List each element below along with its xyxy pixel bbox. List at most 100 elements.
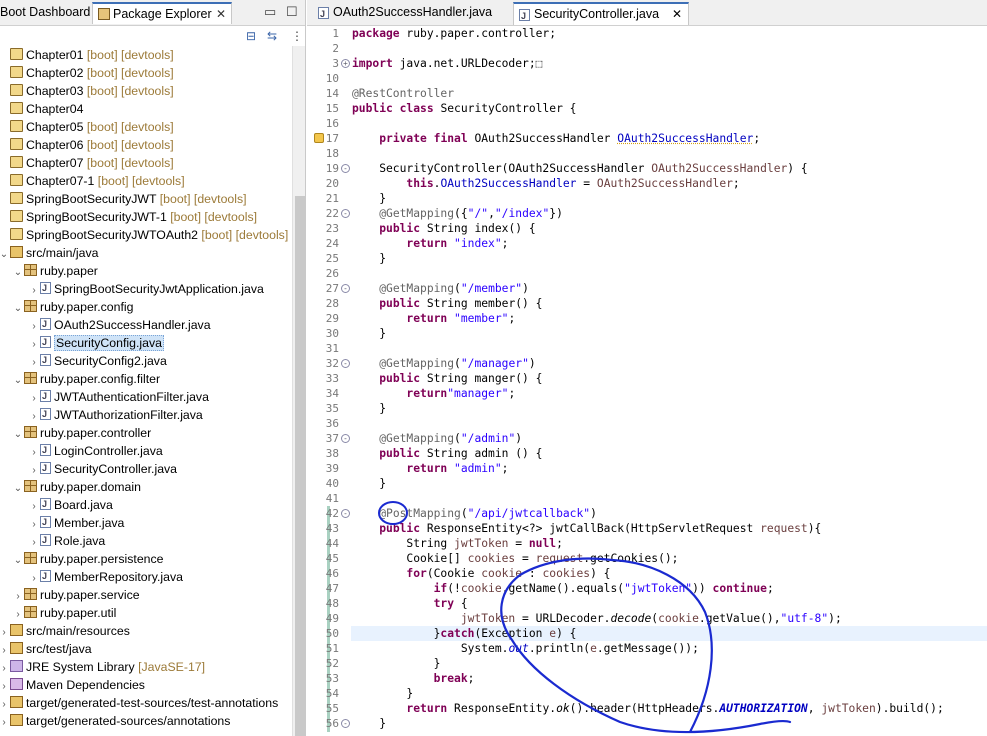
- minimize-icon[interactable]: ▭: [264, 4, 276, 20]
- tree-item[interactable]: ›LoginController.java: [28, 441, 162, 460]
- collapse-fold-icon[interactable]: -: [341, 209, 350, 218]
- tree-item[interactable]: › src/main/resources: [0, 622, 130, 640]
- tree-item[interactable]: ›OAuth2SuccessHandler.java: [28, 315, 210, 334]
- code-line[interactable]: if(!cookie.getName().equals("jwtToken"))…: [352, 581, 774, 596]
- tree-scrollbar[interactable]: [292, 46, 305, 736]
- view-menu-icon[interactable]: ⋮: [289, 28, 305, 44]
- maximize-icon[interactable]: ☐: [286, 4, 298, 20]
- tree-item[interactable]: ⌄ ruby.paper.persistence: [12, 550, 164, 568]
- tree-item[interactable]: ⌄ ruby.paper: [12, 262, 98, 280]
- code-line[interactable]: return "member";: [352, 311, 515, 326]
- link-with-editor-icon[interactable]: ⇆: [264, 28, 280, 44]
- tree-scrollbar-thumb[interactable]: [295, 196, 305, 736]
- code-line[interactable]: public String manger() {: [352, 371, 542, 386]
- code-line[interactable]: @GetMapping("/manager"): [352, 356, 535, 371]
- tree-item[interactable]: Chapter05 [boot] [devtools]: [0, 118, 174, 136]
- tree-item[interactable]: ⌄ ruby.paper.config.filter: [12, 370, 160, 388]
- tree-item[interactable]: › target/generated-sources/annotations: [0, 712, 230, 730]
- code-line[interactable]: return"manager";: [352, 386, 515, 401]
- close-icon[interactable]: ✕: [216, 4, 226, 24]
- tree-item[interactable]: ›SecurityConfig.java: [28, 333, 164, 352]
- code-line[interactable]: SecurityController(OAuth2SuccessHandler …: [352, 161, 808, 176]
- code-line[interactable]: for(Cookie cookie : cookies) {: [352, 566, 610, 581]
- tree-item[interactable]: ›Member.java: [28, 513, 124, 532]
- code-line[interactable]: }: [352, 656, 441, 671]
- tree-item[interactable]: Chapter01 [boot] [devtools]: [0, 46, 174, 64]
- tab-package-explorer[interactable]: Package Explorer ✕: [92, 2, 232, 24]
- chevron-down-icon[interactable]: ⌄: [12, 552, 24, 570]
- code-line[interactable]: }: [352, 476, 386, 491]
- code-line[interactable]: try {: [352, 596, 468, 611]
- tree-item[interactable]: SpringBootSecurityJWTOAuth2 [boot] [devt…: [0, 226, 288, 244]
- code-line[interactable]: @GetMapping("/member"): [352, 281, 529, 296]
- tree-item[interactable]: ⌄ ruby.paper.domain: [12, 478, 141, 496]
- collapse-fold-icon[interactable]: -: [341, 719, 350, 728]
- tree-item[interactable]: Chapter02 [boot] [devtools]: [0, 64, 174, 82]
- code-line[interactable]: jwtToken = URLDecoder.decode(cookie.getV…: [352, 611, 842, 626]
- code-line[interactable]: private final OAuth2SuccessHandler OAuth…: [352, 131, 760, 146]
- chevron-right-icon[interactable]: ›: [0, 714, 10, 732]
- tree-item[interactable]: ⌄ src/main/java: [0, 244, 98, 262]
- collapse-fold-icon[interactable]: -: [341, 164, 350, 173]
- tree-item[interactable]: › JRE System Library [JavaSE-17]: [0, 658, 205, 676]
- tab-oauth2successhandler[interactable]: OAuth2SuccessHandler.java: [313, 2, 509, 25]
- tree-item[interactable]: › ruby.paper.util: [12, 604, 116, 622]
- tree-item[interactable]: › src/test/java: [0, 640, 92, 658]
- code-line[interactable]: @GetMapping("/admin"): [352, 431, 522, 446]
- collapse-fold-icon[interactable]: -: [341, 509, 350, 518]
- tree-item[interactable]: Chapter04: [0, 100, 83, 118]
- tab-boot-dashboard[interactable]: Boot Dashboard: [0, 2, 96, 24]
- code-line[interactable]: @PostMapping("/api/jwtcallback"): [352, 506, 597, 521]
- tree-item[interactable]: SpringBootSecurityJWT [boot] [devtools]: [0, 190, 247, 208]
- code-line[interactable]: public String index() {: [352, 221, 535, 236]
- warning-icon[interactable]: [314, 133, 324, 143]
- code-line[interactable]: return "admin";: [352, 461, 508, 476]
- code-line[interactable]: public String admin () {: [352, 446, 542, 461]
- tree-item[interactable]: Chapter07-1 [boot] [devtools]: [0, 172, 185, 190]
- code-line[interactable]: String jwtToken = null;: [352, 536, 562, 551]
- code-line[interactable]: break;: [352, 671, 475, 686]
- tree-item[interactable]: ›SecurityController.java: [28, 459, 177, 478]
- code-line[interactable]: }: [352, 191, 386, 206]
- tree-item[interactable]: ›SpringBootSecurityJwtApplication.java: [28, 279, 264, 298]
- tree-item[interactable]: ›JWTAuthenticationFilter.java: [28, 387, 209, 406]
- tree-item[interactable]: › target/generated-test-sources/test-anno…: [0, 694, 278, 712]
- tree-item[interactable]: ›Role.java: [28, 531, 105, 550]
- tree-item[interactable]: ›MemberRepository.java: [28, 567, 183, 586]
- code-line[interactable]: public String member() {: [352, 296, 542, 311]
- collapse-fold-icon[interactable]: -: [341, 359, 350, 368]
- code-line[interactable]: }catch(Exception e) {: [352, 626, 577, 641]
- tree-item[interactable]: Chapter03 [boot] [devtools]: [0, 82, 174, 100]
- tree-item[interactable]: › ruby.paper.service: [12, 586, 140, 604]
- chevron-down-icon[interactable]: ⌄: [12, 264, 24, 282]
- code-line[interactable]: @GetMapping({"/","/index"}): [352, 206, 563, 221]
- tree-item[interactable]: SpringBootSecurityJWT-1 [boot] [devtools…: [0, 208, 257, 226]
- tree-item[interactable]: Chapter06 [boot] [devtools]: [0, 136, 174, 154]
- chevron-down-icon[interactable]: ⌄: [12, 426, 24, 444]
- code-line[interactable]: package ruby.paper.controller;: [352, 26, 556, 41]
- code-line[interactable]: Cookie[] cookies = request.getCookies();: [352, 551, 678, 566]
- code-line[interactable]: }: [352, 716, 386, 731]
- tree-item[interactable]: ⌄ ruby.paper.controller: [12, 424, 151, 442]
- tree-item[interactable]: ›SecurityConfig2.java: [28, 351, 166, 370]
- code-line[interactable]: }: [352, 326, 386, 341]
- collapse-fold-icon[interactable]: -: [341, 434, 350, 443]
- code-line[interactable]: return ResponseEntity.ok().header(HttpHe…: [352, 701, 943, 716]
- code-line[interactable]: return "index";: [352, 236, 508, 251]
- code-line[interactable]: System.out.println(e.getMessage());: [352, 641, 699, 656]
- code-line[interactable]: public class SecurityController {: [352, 101, 576, 116]
- expand-fold-icon[interactable]: +: [341, 59, 350, 68]
- tree-item[interactable]: ›JWTAuthorizationFilter.java: [28, 405, 202, 424]
- chevron-down-icon[interactable]: ⌄: [0, 246, 10, 264]
- tree-item[interactable]: ›Board.java: [28, 495, 112, 514]
- collapse-fold-icon[interactable]: -: [341, 284, 350, 293]
- tree-item[interactable]: ⌄ ruby.paper.config: [12, 298, 133, 316]
- code-line[interactable]: this.OAuth2SuccessHandler = OAuth2Succes…: [352, 176, 739, 191]
- close-icon[interactable]: ✕: [672, 4, 682, 25]
- code-line[interactable]: @RestController: [352, 86, 454, 101]
- code-line[interactable]: }: [352, 251, 386, 266]
- chevron-down-icon[interactable]: ⌄: [12, 480, 24, 498]
- collapse-all-icon[interactable]: ⊟: [243, 28, 259, 44]
- tree-item[interactable]: Chapter07 [boot] [devtools]: [0, 154, 174, 172]
- code-line[interactable]: }: [352, 401, 386, 416]
